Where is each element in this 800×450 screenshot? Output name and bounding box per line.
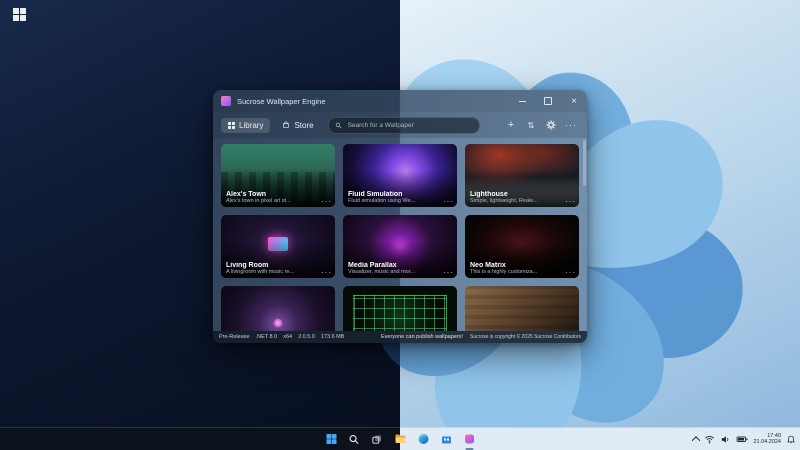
search-icon (349, 434, 360, 445)
grid-scrollbar[interactable] (583, 140, 586, 329)
tile-caption: Alex's Town Alex's town in pixel art st.… (221, 170, 335, 207)
tile-caption: Lighthouse Simple, lightweight, Reale... (465, 170, 579, 207)
status-memory-usage: 173.6 MB (321, 334, 345, 340)
tab-store-label: Store (294, 121, 313, 130)
close-button[interactable]: × (561, 90, 587, 112)
tab-library-label: Library (239, 121, 263, 130)
tile-subtitle: Simple, lightweight, Reale... (470, 198, 574, 204)
tab-store[interactable]: Store (275, 118, 320, 133)
window-statusbar: Pre-Release .NET 8.0 x64 2.0.5.0 173.6 M… (213, 331, 587, 343)
tile-more-button[interactable]: ··· (443, 269, 454, 277)
taskbar-clock[interactable]: 17:40 21.04.2024 (753, 433, 781, 446)
tile-more-button[interactable]: ··· (565, 198, 576, 206)
wallpaper-tile-fluid-simulation[interactable]: Fluid Simulation Fluid simulation using … (343, 144, 457, 207)
edge-browser-button[interactable] (415, 431, 432, 448)
tile-more-button[interactable]: ··· (321, 269, 332, 277)
library-grid-icon (228, 122, 235, 129)
window-title: Sucrose Wallpaper Engine (237, 97, 326, 106)
wallpaper-grid: Alex's Town Alex's town in pixel art st.… (213, 138, 587, 331)
more-options-button[interactable]: ··· (563, 117, 579, 133)
tab-library[interactable]: Library (221, 118, 270, 133)
statusbar-message: Everyone can publish wallpapers! (381, 331, 463, 343)
tile-subtitle: Fluid simulation using We... (348, 198, 452, 204)
sucrose-app-icon (463, 433, 475, 445)
taskbar: 17:40 21.04.2024 (0, 427, 800, 450)
store-icon (440, 433, 452, 445)
tile-subtitle: This is a highly customiza... (470, 269, 574, 275)
tile-title: Living Room (226, 262, 330, 269)
tile-title: Neo Matrix (470, 262, 574, 269)
app-icon (221, 96, 231, 106)
wallpaper-tile-row3-1[interactable] (221, 286, 335, 331)
tile-caption: Fluid Simulation Fluid simulation using … (343, 170, 457, 207)
add-wallpaper-button[interactable]: + (503, 117, 519, 133)
scrollbar-thumb[interactable] (583, 140, 586, 186)
tile-title: Fluid Simulation (348, 191, 452, 198)
tile-caption: Living Room A livingroom with music re..… (221, 241, 335, 278)
sucrose-app-button[interactable] (461, 431, 478, 448)
task-view-button[interactable] (369, 431, 386, 448)
clock-date: 21.04.2024 (753, 439, 781, 446)
window-controls: × (509, 90, 587, 112)
minimize-button[interactable] (509, 90, 535, 112)
wallpaper-tile-media-parallax[interactable]: Media Parallax Visualizer, music and mor… (343, 215, 457, 278)
settings-button[interactable] (543, 117, 559, 133)
tile-more-button[interactable]: ··· (565, 269, 576, 277)
status-architecture: x64 (283, 334, 292, 340)
tile-caption: Neo Matrix This is a highly customiza... (465, 241, 579, 278)
window-titlebar[interactable]: Sucrose Wallpaper Engine × (213, 90, 587, 112)
sort-button[interactable]: ⇅ (523, 117, 539, 133)
search-icon (335, 122, 342, 129)
statusbar-copyright: Sucrose is copyright © 2025 Sucrose Cont… (470, 331, 581, 343)
file-explorer-icon (394, 433, 406, 445)
windows-start-icon (325, 433, 337, 445)
tile-subtitle: A livingroom with music re... (226, 269, 330, 275)
store-bag-icon (282, 121, 290, 129)
toolbar-actions: + ⇅ ··· (503, 117, 579, 133)
tile-subtitle: Visualizer, music and mor... (348, 269, 452, 275)
statusbar-left: Pre-Release .NET 8.0 x64 2.0.5.0 173.6 M… (219, 331, 344, 343)
notification-bell-icon[interactable] (786, 434, 796, 444)
tile-subtitle: Alex's town in pixel art st... (226, 198, 330, 204)
system-tray: 17:40 21.04.2024 (693, 428, 796, 450)
status-app-version: 2.0.5.0 (298, 334, 315, 340)
window-toolbar: Library Store + ⇅ (213, 112, 587, 138)
tile-caption: Media Parallax Visualizer, music and mor… (343, 241, 457, 278)
tile-title: Alex's Town (226, 191, 330, 198)
tile-title: Media Parallax (348, 262, 452, 269)
gear-icon (546, 120, 556, 130)
tile-title: Lighthouse (470, 191, 574, 198)
app-window: Sucrose Wallpaper Engine × Library Store (213, 90, 587, 343)
wallpaper-tile-alexs-town[interactable]: Alex's Town Alex's town in pixel art st.… (221, 144, 335, 207)
taskbar-search-button[interactable] (346, 431, 363, 448)
tile-more-button[interactable]: ··· (443, 198, 454, 206)
status-dotnet-version: .NET 8.0 (256, 334, 278, 340)
windows-logo-watermark (13, 8, 26, 21)
wallpaper-tile-neo-matrix[interactable]: Neo Matrix This is a highly customiza...… (465, 215, 579, 278)
volume-icon[interactable] (720, 434, 731, 445)
file-explorer-button[interactable] (392, 431, 409, 448)
wallpaper-tile-row3-2[interactable] (343, 286, 457, 331)
wallpaper-tile-living-room[interactable]: Living Room A livingroom with music re..… (221, 215, 335, 278)
task-view-icon (372, 434, 383, 445)
tray-chevron-up-icon[interactable] (692, 436, 700, 444)
maximize-button[interactable] (535, 90, 561, 112)
wallpaper-search-box[interactable] (328, 117, 480, 134)
start-button[interactable] (323, 431, 340, 448)
status-release-channel: Pre-Release (219, 334, 250, 340)
battery-icon[interactable] (736, 433, 748, 445)
search-input[interactable] (346, 121, 473, 130)
wifi-icon[interactable] (704, 434, 715, 445)
edge-icon (417, 433, 429, 445)
microsoft-store-button[interactable] (438, 431, 455, 448)
maximize-icon (544, 97, 552, 105)
tile-more-button[interactable]: ··· (321, 198, 332, 206)
minimize-icon (519, 101, 526, 102)
wallpaper-tile-lighthouse[interactable]: Lighthouse Simple, lightweight, Reale...… (465, 144, 579, 207)
wallpaper-tile-row3-3[interactable] (465, 286, 579, 331)
taskbar-center-icons (323, 428, 478, 450)
